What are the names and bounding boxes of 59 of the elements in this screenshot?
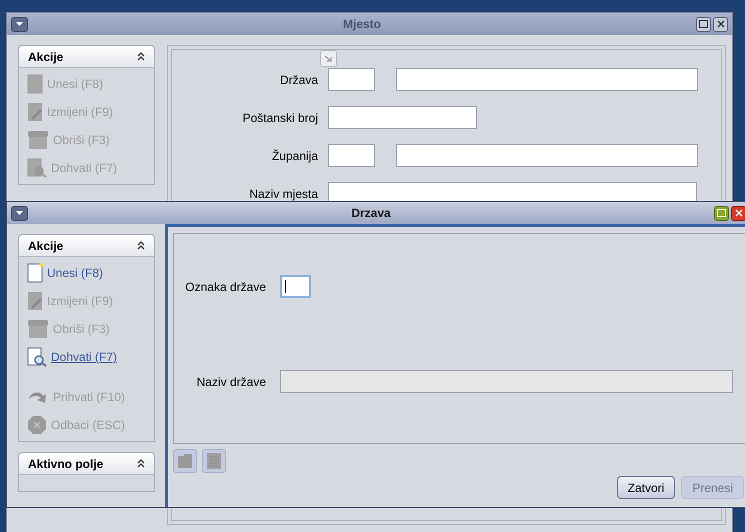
field-label: Naziv države <box>196 374 266 390</box>
action-link[interactable]: Dohvati (F7) <box>51 348 118 366</box>
collapse-icon[interactable] <box>137 52 145 61</box>
action-link[interactable]: Obriši (F3) <box>53 320 110 338</box>
trash-icon <box>27 130 49 150</box>
edit-icon <box>27 102 43 122</box>
action-link[interactable]: Unesi (F8) <box>47 75 104 93</box>
search-icon <box>27 158 47 178</box>
action-link[interactable]: Izmijeni (F9) <box>47 103 114 121</box>
field-label: Oznaka države <box>184 278 266 296</box>
panel-header[interactable]: Akcije <box>19 46 154 68</box>
panel-title: Aktivno polje <box>28 456 104 472</box>
action-link[interactable]: Prihvati (F10) <box>53 388 126 406</box>
close-icon <box>734 209 742 217</box>
document-icon <box>27 74 43 94</box>
document-icon <box>27 263 43 283</box>
lookup-button[interactable] <box>320 50 337 67</box>
name-field[interactable] <box>396 68 698 91</box>
action-link[interactable]: Odbaci (ESC) <box>51 416 126 434</box>
list-icon <box>206 452 222 470</box>
field-label: Poštanski broj <box>242 110 318 126</box>
maximize-icon <box>717 209 726 217</box>
window-menu-button[interactable] <box>11 206 28 220</box>
close-button[interactable] <box>713 16 728 32</box>
collapse-icon[interactable] <box>137 241 145 250</box>
maximize-button[interactable] <box>696 16 711 32</box>
action-link[interactable]: Dohvati (F7) <box>51 159 118 177</box>
code-field[interactable] <box>328 68 375 91</box>
window-title: Drzava <box>350 205 392 222</box>
edit-icon <box>27 291 43 311</box>
panel-title: Akcije <box>28 238 64 254</box>
window-menu-button[interactable] <box>11 16 28 32</box>
panel-title: Akcije <box>28 48 64 66</box>
trash-icon <box>27 319 49 339</box>
name-field[interactable] <box>396 144 698 167</box>
field-label: Županija <box>270 148 318 164</box>
collapse-icon[interactable] <box>137 459 145 468</box>
action-link[interactable]: Obriši (F3) <box>53 131 110 149</box>
folder-icon <box>177 453 193 469</box>
maximize-icon <box>699 20 708 28</box>
field-label: Naziv mjesta <box>248 186 318 202</box>
close-icon <box>716 20 724 28</box>
close-button[interactable] <box>731 206 745 220</box>
window-title: Mjesto <box>342 16 382 33</box>
text-field[interactable] <box>280 275 311 298</box>
dropdown-icon <box>16 22 23 26</box>
panel-header[interactable]: Aktivno polje <box>19 453 154 475</box>
text-field[interactable] <box>328 106 477 129</box>
maximize-button[interactable] <box>714 206 729 220</box>
action-link[interactable]: Unesi (F8) <box>47 264 104 282</box>
cancel-icon <box>27 415 47 435</box>
field-label: Država <box>278 72 318 88</box>
search-icon <box>27 347 47 367</box>
action-link[interactable]: Izmijeni (F9) <box>47 292 114 310</box>
dropdown-icon <box>16 211 23 215</box>
code-field[interactable] <box>328 144 375 167</box>
panel-header[interactable]: Akcije <box>19 235 154 257</box>
dialog-button[interactable]: Zatvori <box>616 476 676 499</box>
arrow-icon <box>324 54 334 62</box>
